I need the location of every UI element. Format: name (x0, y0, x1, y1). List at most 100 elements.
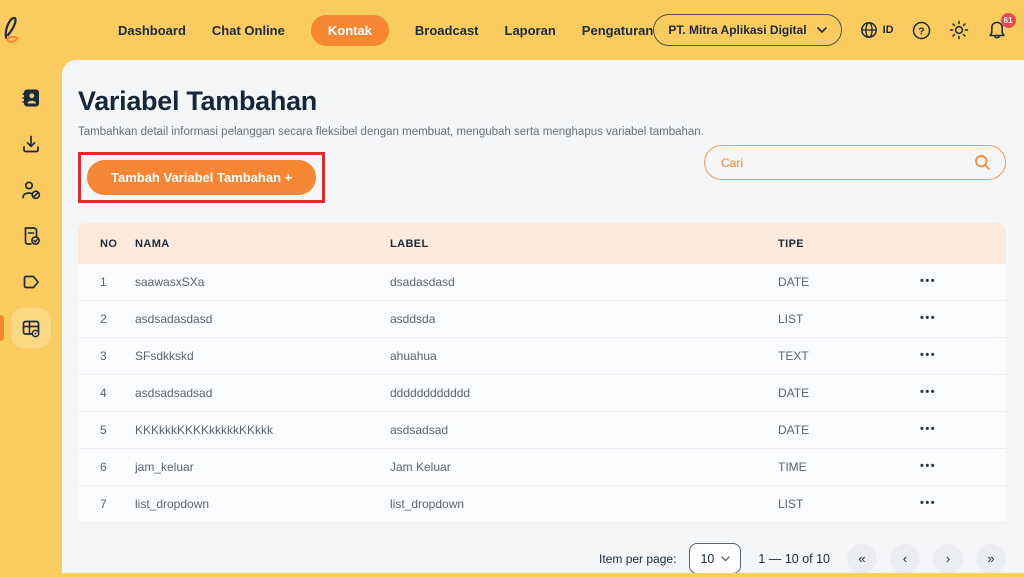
main-nav: Dashboard Chat Online Kontak Broadcast L… (118, 14, 654, 46)
cell-nama: jam_keluar (135, 460, 194, 474)
sidebar-item-contacts[interactable] (11, 78, 51, 118)
sun-icon (949, 20, 968, 40)
custom-fields-icon (22, 320, 40, 338)
cell-no: 5 (100, 423, 107, 437)
cell-nama: saawasxSXa (135, 275, 205, 289)
items-per-page-select[interactable]: 10 (689, 543, 742, 574)
cell-nama: KKKkkkKKKKkkkkkKKkkk (135, 423, 274, 437)
row-actions-menu-icon[interactable]: ••• (920, 387, 1006, 397)
theme-toggle[interactable] (949, 20, 969, 40)
contact-book-icon (22, 89, 39, 107)
table-row: 3 SFsdkkskd ahuahua TEXT ••• (78, 338, 1006, 375)
nav-broadcast[interactable]: Broadcast (415, 23, 479, 38)
cell-nama: SFsdkkskd (135, 349, 194, 363)
logo-icon (4, 16, 18, 43)
annotation-highlight-box: Tambah Variabel Tambahan + (78, 152, 326, 203)
row-actions-menu-icon[interactable]: ••• (920, 276, 1006, 286)
notification-badge: 61 (1000, 12, 1016, 28)
chevron-down-icon (721, 555, 731, 561)
table-row: 6 jam_keluar Jam Keluar TIME ••• (78, 449, 1006, 486)
sidebar-item-tags[interactable] (11, 262, 51, 302)
pagination-controls: « ‹ › » (847, 543, 1006, 574)
tag-icon (23, 275, 39, 289)
app-logo[interactable] (0, 14, 26, 46)
notifications-button[interactable]: 61 (987, 12, 1016, 41)
cell-tipe: TEXT (778, 349, 809, 363)
table-row: 5 KKKkkkKKKKkkkkkKKkkk asdsadsad DATE ••… (78, 412, 1006, 449)
col-header-label: LABEL (390, 237, 429, 250)
cell-no: 2 (100, 312, 107, 326)
topbar: Dashboard Chat Online Kontak Broadcast L… (0, 0, 1024, 60)
cell-label: list_dropdown (390, 497, 465, 511)
cell-tipe: TIME (778, 460, 807, 474)
nav-laporan[interactable]: Laporan (505, 23, 556, 38)
search-box (704, 145, 1006, 180)
sidebar-item-blocked-contacts[interactable] (11, 170, 51, 210)
pagination-range: 1 — 10 of 10 (758, 551, 830, 566)
row-actions-menu-icon[interactable]: ••• (920, 498, 1006, 508)
search-input[interactable] (721, 155, 974, 170)
sidebar-item-pending-documents[interactable] (11, 216, 51, 256)
table-row: 2 asdsadasdasd asddsda LIST ••• (78, 301, 1006, 338)
globe-icon (860, 22, 877, 38)
table-row: 4 asdsadsadsad dddddddddddd DATE ••• (78, 375, 1006, 412)
cell-no: 7 (100, 497, 107, 511)
row-actions-menu-icon[interactable]: ••• (920, 461, 1006, 471)
cell-tipe: DATE (778, 423, 810, 437)
help-icon: ? (912, 21, 930, 39)
cell-label: Jam Keluar (390, 460, 451, 474)
company-selector-value: PT. Mitra Aplikasi Digital (668, 23, 807, 37)
table-row: 7 list_dropdown list_dropdown LIST ••• (78, 486, 1006, 523)
add-variable-button[interactable]: Tambah Variabel Tambahan + (87, 160, 317, 195)
cell-label: asdsadsad (390, 423, 449, 437)
cell-label: ahuahua (390, 349, 437, 363)
cell-tipe: DATE (778, 275, 810, 289)
help-button[interactable]: ? (912, 21, 931, 40)
page-title: Variabel Tambahan (78, 86, 317, 116)
cell-no: 3 (100, 349, 107, 363)
row-actions-menu-icon[interactable]: ••• (920, 313, 1006, 323)
table-body: 1 saawasxSXa dsadasdasd DATE ••• 2 asdsa… (78, 264, 1006, 523)
first-page-button[interactable]: « (847, 543, 877, 574)
table-row: 1 saawasxSXa dsadasdasd DATE ••• (78, 264, 1006, 301)
prev-page-button[interactable]: ‹ (890, 543, 920, 574)
language-switcher[interactable]: ID (860, 21, 894, 39)
col-header-no: NO (100, 237, 118, 250)
cell-tipe: DATE (778, 386, 810, 400)
sidebar (0, 60, 62, 577)
cell-nama: asdsadsadsad (135, 386, 213, 400)
cell-tipe: LIST (778, 497, 804, 511)
pagination: Item per page: 10 1 — 10 of 10 « ‹ › » (78, 543, 1006, 574)
cell-tipe: LIST (778, 312, 804, 326)
nav-pengaturan[interactable]: Pengaturan (582, 23, 654, 38)
row-actions-menu-icon[interactable]: ••• (920, 424, 1006, 434)
items-per-page-value: 10 (700, 551, 715, 566)
document-check-icon (24, 227, 40, 245)
company-selector[interactable]: PT. Mitra Aplikasi Digital (653, 14, 842, 46)
main-content: Variabel Tambahan Tambahkan detail infor… (62, 60, 1024, 574)
bottom-accent-strip (0, 573, 1024, 577)
cell-nama: asdsadasdasd (135, 312, 213, 326)
col-header-nama: NAMA (135, 237, 170, 250)
page-description: Tambahkan detail informasi pelanggan sec… (78, 126, 704, 138)
blocked-contact-icon (22, 181, 41, 200)
cell-nama: list_dropdown (135, 497, 210, 511)
col-header-tipe: TIPE (778, 237, 805, 250)
nav-chat-online[interactable]: Chat Online (212, 23, 285, 38)
sidebar-item-import[interactable] (11, 124, 51, 164)
row-actions-menu-icon[interactable]: ••• (920, 350, 1006, 360)
sidebar-item-custom-fields[interactable] (0, 308, 51, 348)
cell-label: dsadasdasd (390, 275, 455, 289)
cell-no: 6 (100, 460, 107, 474)
variables-table: NO NAMA LABEL TIPE 1 saawasxSXa dsadasda… (78, 223, 1006, 523)
nav-dashboard[interactable]: Dashboard (118, 23, 186, 38)
search-icon[interactable] (974, 154, 991, 171)
cell-label: dddddddddddd (390, 386, 471, 400)
table-header: NO NAMA LABEL TIPE (78, 223, 1006, 264)
topbar-actions: PT. Mitra Aplikasi Digital ID ? 61 (653, 12, 1024, 47)
nav-kontak[interactable]: Kontak (310, 14, 389, 46)
last-page-button[interactable]: » (976, 543, 1006, 574)
chevron-down-icon (816, 27, 827, 33)
svg-text:?: ? (918, 25, 924, 37)
next-page-button[interactable]: › (933, 543, 963, 574)
